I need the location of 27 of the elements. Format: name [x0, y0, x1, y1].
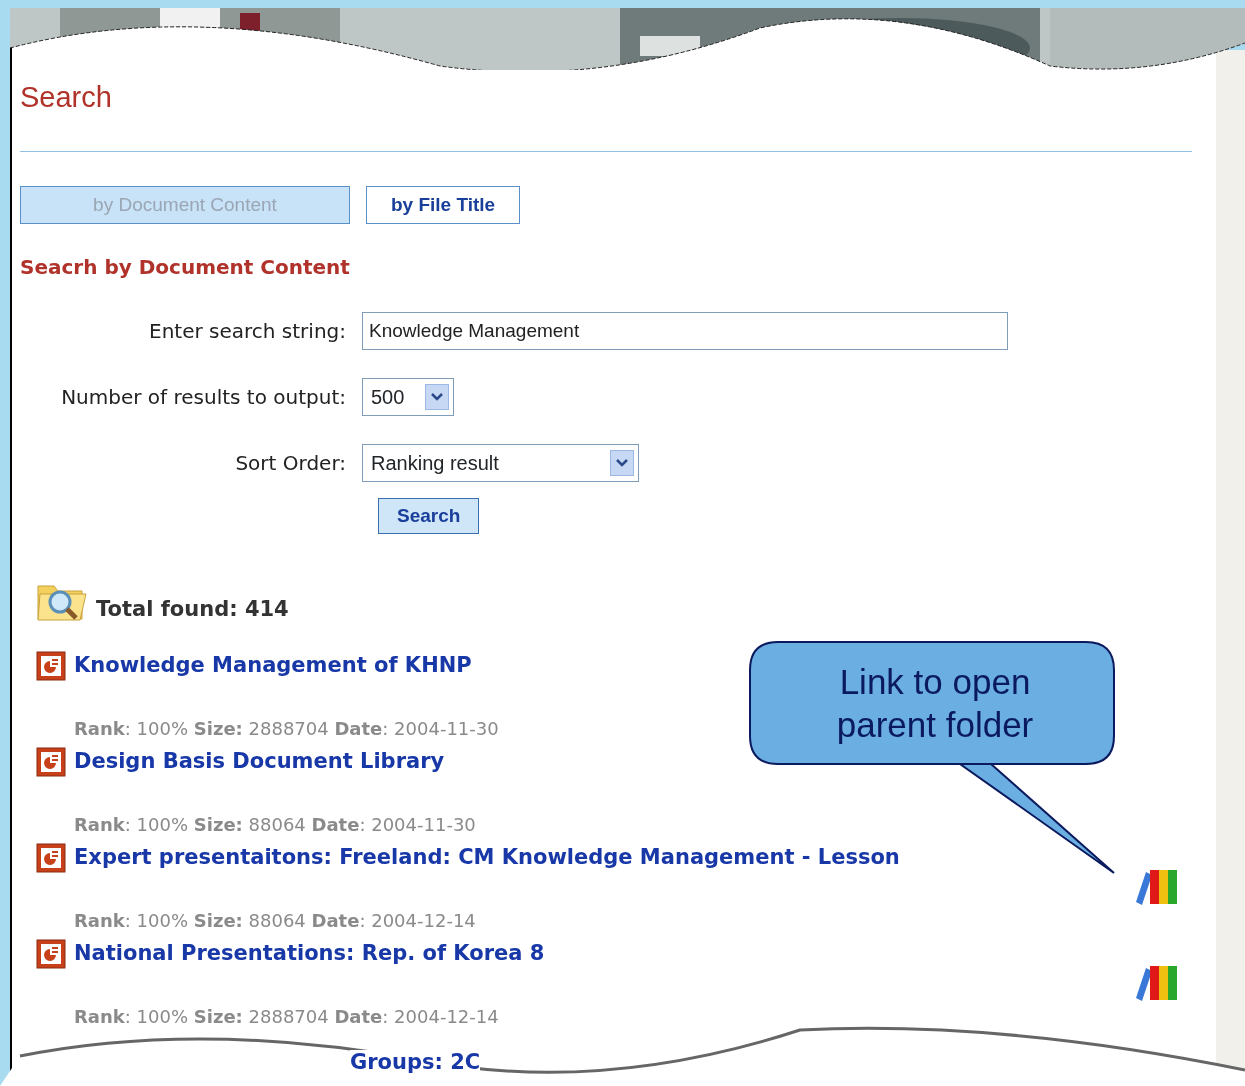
result-link[interactable]: Expert presentaitons: Freeland: CM Knowledge Management - Lesson: [74, 841, 900, 874]
result-link[interactable]: National Presentations: Rep. of Korea 8: [74, 937, 545, 970]
result-link[interactable]: Design Basis Document Library: [74, 745, 445, 778]
presentation-file-icon: [36, 842, 66, 873]
search-tab[interactable]: by File Title: [366, 185, 521, 224]
presentation-file-icon: [36, 746, 66, 777]
results-count-dropdown[interactable]: 500: [362, 377, 454, 416]
chevron-down-icon: [616, 458, 628, 467]
result-link[interactable]: Knowledge Management of KHNP: [74, 649, 472, 682]
result-meta: Rank: 100% Size: 88064 Date: 2004-12-14: [74, 909, 476, 934]
result-meta: Rank: 100% Size: 2888704 Date: 2004-12-14: [74, 1005, 499, 1030]
result-meta: Rank: 100% Size: 2888704 Date: 2004-11-30: [74, 717, 499, 742]
field-label: Sort Order:: [234, 449, 347, 477]
result-meta: Rank: 100% Size: 88064 Date: 2004-11-30: [74, 813, 476, 838]
search-field[interactable]: Knowledge Management: [362, 311, 1008, 350]
chevron-down-icon: [431, 392, 443, 401]
callout-text: Link to open parent folder: [835, 661, 1035, 746]
presentation-file-icon: [36, 938, 66, 969]
sort-order-dropdown[interactable]: Ranking result: [362, 443, 639, 482]
field-label: Number of results to output:: [60, 383, 347, 411]
result-link[interactable]: Groups: 2C: [350, 1050, 481, 1076]
total-found: Total found: 414: [96, 596, 289, 624]
search-button[interactable]: Search: [378, 497, 480, 534]
section-title: Seacrh by Document Content: [20, 253, 351, 281]
presentation-file-icon: [36, 650, 66, 681]
page-title: Search: [20, 80, 113, 115]
field-label: Enter search string:: [148, 317, 347, 345]
